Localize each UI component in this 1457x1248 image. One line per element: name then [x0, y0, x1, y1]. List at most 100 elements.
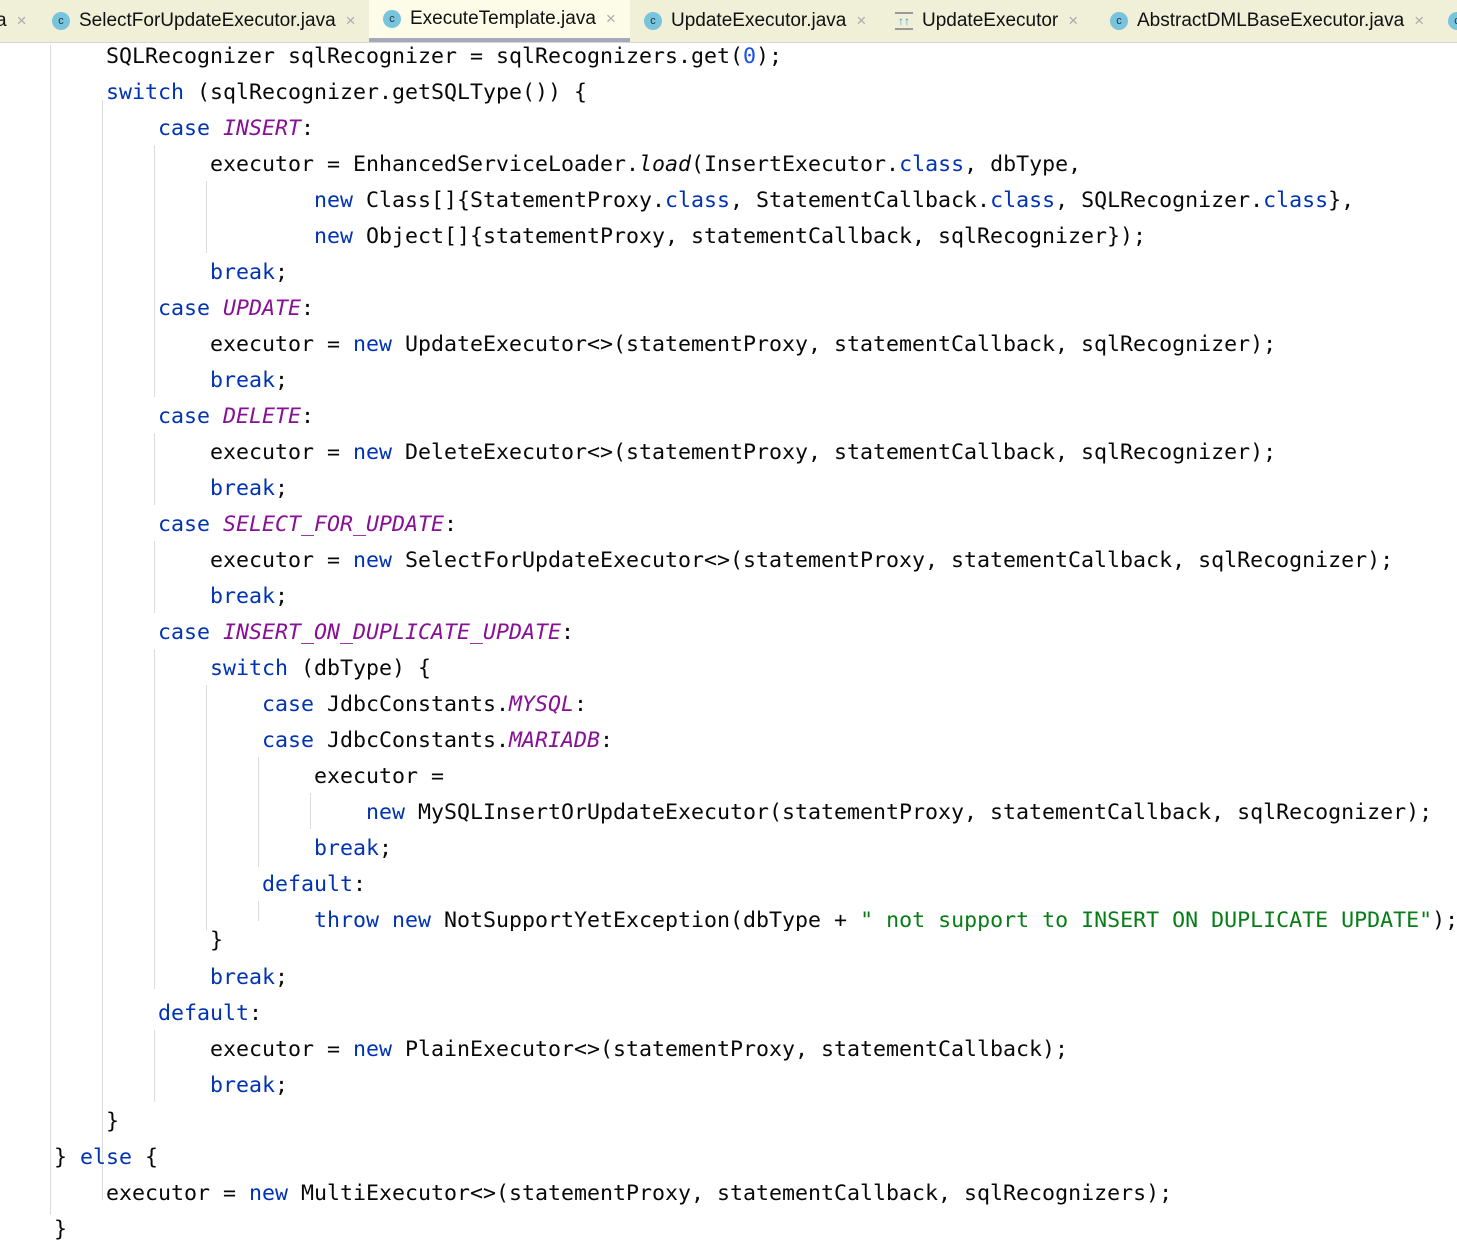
code-text: Object[]{statementProxy, statementCallba…	[353, 224, 1147, 249]
keyword: new	[353, 548, 393, 573]
code-text: :	[301, 296, 315, 321]
code-text: executor = EnhancedServiceLoader.	[2, 152, 640, 177]
keyword: class	[665, 188, 731, 213]
code-line: case INSERT:	[2, 111, 314, 147]
code-text: SQLRecognizer sqlRecognizer = sqlRecogni…	[2, 44, 744, 69]
tab-a[interactable]: a×	[0, 0, 27, 42]
tab-selectforupdateexecutor-java[interactable]: c SelectForUpdateExecutor.java ×	[52, 0, 356, 42]
code-text: DeleteExecutor<>(statementProxy, stateme…	[392, 440, 1277, 465]
keyword: break	[2, 584, 276, 609]
close-icon[interactable]: ×	[1414, 11, 1424, 31]
code-line: switch (dbType) {	[2, 651, 431, 687]
class-icon: c	[383, 10, 401, 28]
code-text: }	[2, 928, 224, 953]
code-text: ;	[275, 260, 289, 285]
code-text: :	[249, 1001, 263, 1026]
code-line: executor = new MultiExecutor<>(statement…	[2, 1176, 1172, 1212]
code-editor[interactable]: SQLRecognizer sqlRecognizer = sqlRecogni…	[0, 43, 1457, 1242]
code-line: case SELECT_FOR_UPDATE:	[2, 507, 457, 543]
tab-label: ExecuteTemplate.java	[410, 8, 596, 29]
code-text: MySQLInsertOrUpdateExecutor(statementPro…	[405, 800, 1433, 825]
code-text: UpdateExecutor<>(statementProxy, stateme…	[392, 332, 1277, 357]
close-icon[interactable]: ×	[856, 11, 866, 31]
code-line: case JdbcConstants.MYSQL:	[2, 687, 587, 723]
tab-label: UpdateExecutor	[922, 10, 1059, 31]
tab-label: SelectForUpdateExecutor.java	[79, 10, 336, 31]
class-icon: c	[52, 12, 70, 30]
code-text: ;	[379, 836, 393, 861]
code-text: , dbType,	[964, 152, 1082, 177]
code-line: }	[2, 923, 223, 959]
keyword: new	[353, 1037, 393, 1062]
constant: UPDATE	[223, 296, 302, 321]
code-text: executor =	[2, 332, 354, 357]
constant: MARIADB	[509, 728, 601, 753]
keyword: default	[2, 1001, 250, 1026]
keyword: new	[2, 800, 406, 825]
code-line: }	[2, 1104, 119, 1140]
code-line: break;	[2, 579, 288, 615]
code-text: PlainExecutor<>(statementProxy, statemen…	[392, 1037, 1069, 1062]
keyword: case	[2, 692, 315, 717]
code-text: ;	[275, 1073, 289, 1098]
code-line: break;	[2, 960, 288, 996]
code-text: (sqlRecognizer.getSQLType()) {	[184, 80, 588, 105]
keyword: break	[2, 368, 276, 393]
code-text: executor =	[2, 548, 354, 573]
static-method: load	[639, 152, 692, 177]
code-text: executor =	[2, 1037, 354, 1062]
code-text: , StatementCallback.	[730, 188, 991, 213]
code-line: SQLRecognizer sqlRecognizer = sqlRecogni…	[2, 39, 782, 75]
close-icon[interactable]: ×	[17, 11, 27, 31]
code-text: NotSupportYetException(dbType +	[431, 908, 861, 931]
code-text: JdbcConstants.	[314, 692, 510, 717]
keyword: class	[899, 152, 965, 177]
code-line: switch (sqlRecognizer.getSQLType()) {	[2, 75, 587, 111]
keyword: default	[2, 872, 354, 897]
constant: SELECT_FOR_UPDATE	[223, 512, 445, 537]
class-icon: c	[644, 12, 662, 30]
code-text: ;	[275, 965, 289, 990]
tab-updateexecutor[interactable]: ↑↑ UpdateExecutor ×	[895, 0, 1078, 42]
code-line: executor =	[2, 759, 444, 795]
code-line: new MySQLInsertOrUpdateExecutor(statemen…	[2, 795, 1432, 831]
constant: INSERT_ON_DUPLICATE_UPDATE	[223, 620, 562, 645]
code-text: SelectForUpdateExecutor<>(statementProxy…	[392, 548, 1394, 573]
code-text: );	[756, 44, 783, 69]
code-text: :	[301, 116, 315, 141]
code-line: break;	[2, 255, 288, 291]
code-line: new Class[]{StatementProxy.class, Statem…	[2, 183, 1354, 219]
keyword: case	[2, 404, 224, 429]
tab-abstractdmlbaseexecutor-java[interactable]: c AbstractDMLBaseExecutor.java ×	[1110, 0, 1424, 42]
tab-executetemplate-java[interactable]: c ExecuteTemplate.java ×	[369, 0, 630, 42]
keyword: break	[2, 965, 276, 990]
code-text: executor =	[2, 764, 445, 789]
code-line: new Object[]{statementProxy, statementCa…	[2, 219, 1146, 255]
bytecode-icon: ↑↑	[895, 12, 913, 30]
keyword: case	[2, 512, 224, 537]
close-icon[interactable]: ×	[346, 11, 356, 31]
keyword: case	[2, 620, 224, 645]
keyword: break	[2, 476, 276, 501]
code-line: case JdbcConstants.MARIADB:	[2, 723, 613, 759]
keyword: case	[2, 116, 224, 141]
code-line: default:	[2, 867, 366, 903]
code-text: (dbType) {	[288, 656, 432, 681]
tab-updateexecutor-java[interactable]: c UpdateExecutor.java ×	[644, 0, 866, 42]
code-line: case UPDATE:	[2, 291, 314, 327]
keyword: break	[2, 836, 380, 861]
close-icon[interactable]: ×	[1068, 11, 1078, 31]
code-text: MultiExecutor<>(statementProxy, statemen…	[288, 1181, 1173, 1206]
constant: DELETE	[223, 404, 302, 429]
code-text: {	[132, 1145, 159, 1170]
close-icon[interactable]: ×	[606, 9, 616, 29]
keyword: new	[2, 224, 354, 249]
code-text: ;	[275, 584, 289, 609]
keyword: break	[2, 260, 276, 285]
keyword: new	[353, 332, 393, 357]
keyword: break	[2, 1073, 276, 1098]
code-text: ;	[275, 476, 289, 501]
code-line: executor = new UpdateExecutor<>(statemen…	[2, 327, 1276, 363]
keyword: new	[2, 188, 354, 213]
code-line: } else {	[2, 1140, 158, 1176]
